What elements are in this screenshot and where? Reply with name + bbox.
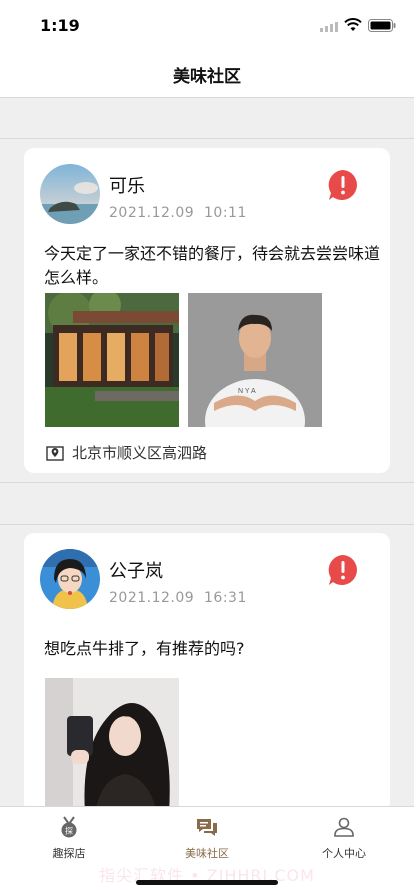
portrait-photo: N Y A bbox=[188, 293, 322, 427]
tab-food-community[interactable]: 美味社区 bbox=[157, 815, 257, 867]
post-image[interactable]: N Y A bbox=[188, 293, 322, 427]
post-card[interactable]: 公子岚 2021.12.09 16:31 想吃点牛排了，有推荐的吗? bbox=[24, 533, 390, 813]
section-divider bbox=[0, 482, 414, 483]
author-name: 可乐 bbox=[109, 176, 145, 197]
user-avatar[interactable] bbox=[40, 549, 100, 609]
report-button[interactable] bbox=[326, 553, 360, 587]
user-avatar[interactable] bbox=[40, 164, 100, 224]
author-name: 公子岚 bbox=[109, 561, 163, 582]
tab-label: 个人中心 bbox=[322, 847, 366, 860]
post-date: 2021.12.09 bbox=[109, 590, 195, 606]
chat-bubbles-icon bbox=[197, 819, 217, 836]
location-text[interactable]: 北京市顺义区高泗路 bbox=[72, 442, 207, 463]
page-title: 美味社区 bbox=[173, 67, 241, 87]
section-divider bbox=[0, 138, 414, 139]
post-text: 今天定了一家还不错的餐厅，待会就去尝尝味道怎么样。 bbox=[44, 244, 381, 287]
post-text: 想吃点牛排了，有推荐的吗? bbox=[44, 639, 245, 658]
selfie-photo bbox=[45, 678, 179, 813]
status-time: 1:19 bbox=[40, 16, 80, 35]
post-date: 2021.12.09 bbox=[109, 205, 195, 221]
anime-avatar-icon bbox=[40, 549, 100, 609]
signal-icon bbox=[320, 22, 338, 32]
post-time: 10:11 bbox=[204, 205, 247, 221]
post-card[interactable]: 可乐 2021.12.09 10:11 今天定了一家还不错的餐厅，待会就去尝尝味… bbox=[24, 148, 390, 473]
svg-text:N Y A: N Y A bbox=[238, 388, 256, 395]
report-button[interactable] bbox=[326, 168, 360, 202]
medal-icon: 探 bbox=[61, 816, 77, 838]
post-image[interactable] bbox=[45, 293, 179, 427]
status-bar: 1:19 bbox=[0, 0, 414, 48]
section-divider bbox=[0, 524, 414, 525]
post-image[interactable] bbox=[45, 678, 179, 813]
tab-explore-shops[interactable]: 探 趣探店 bbox=[19, 815, 119, 867]
location-icon bbox=[46, 446, 64, 461]
wifi-icon bbox=[344, 18, 362, 31]
nav-bar: 美味社区 bbox=[0, 48, 414, 98]
home-indicator bbox=[136, 880, 278, 885]
post-time: 16:31 bbox=[204, 590, 247, 606]
tab-profile[interactable]: 个人中心 bbox=[294, 815, 394, 867]
restaurant-photo bbox=[45, 293, 179, 427]
sea-avatar-icon bbox=[40, 164, 100, 224]
tab-label: 趣探店 bbox=[52, 847, 86, 860]
battery-icon bbox=[368, 19, 396, 32]
tab-label: 美味社区 bbox=[185, 847, 229, 860]
svg-text:探: 探 bbox=[65, 826, 73, 836]
user-icon bbox=[334, 817, 354, 837]
